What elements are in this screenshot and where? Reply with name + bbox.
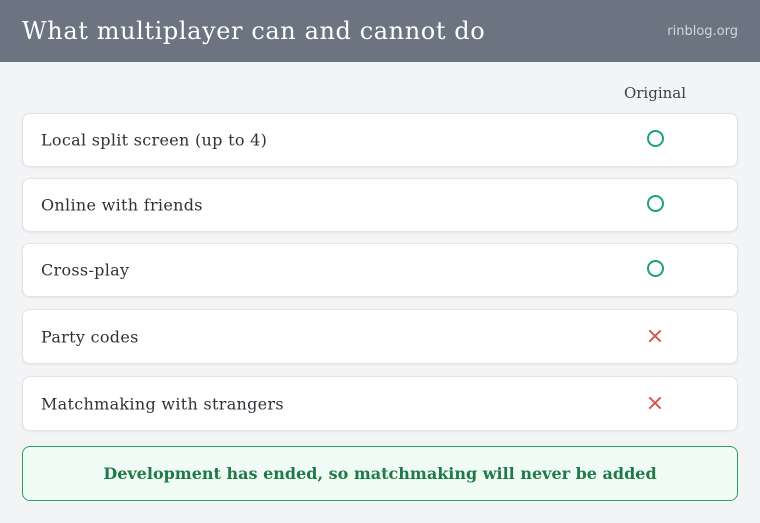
table-row: Cross-play	[22, 243, 738, 297]
cross-icon	[648, 396, 662, 410]
status-mark	[645, 258, 665, 278]
table-row: Local split screen (up to 4)	[22, 113, 738, 167]
page-title: What multiplayer can and cannot do	[22, 17, 486, 45]
row-label: Party codes	[41, 327, 139, 346]
circle-icon	[646, 194, 664, 212]
table-row: Online with friends	[22, 178, 738, 232]
site-label: rinblog.org	[667, 23, 738, 39]
row-label: Local split screen (up to 4)	[41, 130, 268, 150]
circle-icon	[646, 259, 664, 277]
status-mark	[645, 128, 665, 148]
row-label: Matchmaking with strangers	[41, 394, 284, 413]
notice-banner: Development has ended, so matchmaking wi…	[22, 446, 738, 501]
status-mark	[645, 193, 665, 213]
table-row: Party codes	[22, 309, 738, 364]
table-row: Matchmaking with strangers	[22, 376, 738, 431]
circle-icon	[646, 129, 664, 147]
cross-icon	[648, 329, 662, 343]
notice-text: Development has ended, so matchmaking wi…	[103, 464, 657, 483]
status-mark	[645, 326, 665, 346]
status-mark	[645, 393, 665, 413]
column-header-original: Original	[623, 84, 687, 102]
page-header: What multiplayer can and cannot do rinbl…	[0, 0, 760, 62]
row-label: Online with friends	[41, 195, 203, 215]
row-label: Cross-play	[41, 260, 130, 280]
